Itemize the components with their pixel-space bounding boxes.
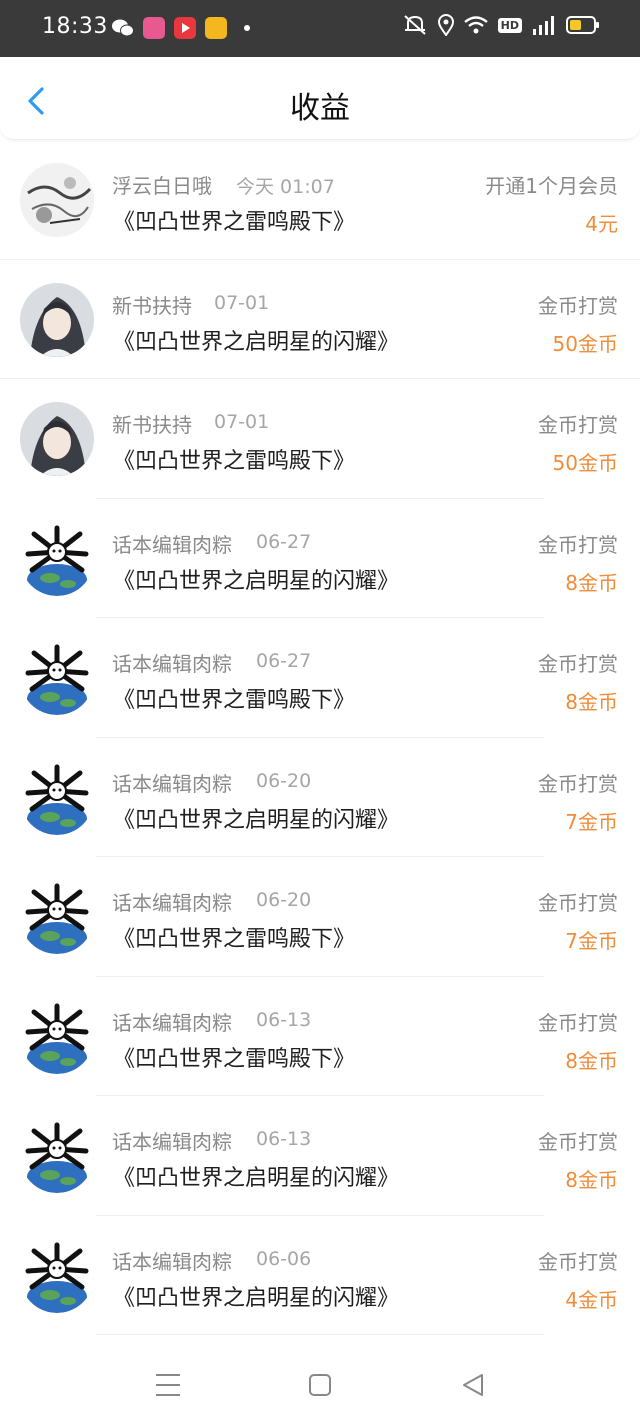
earning-row[interactable]: 话本编辑肉粽 06-27 《凹凸世界之启明星的闪耀》 金币打赏 8金币 xyxy=(0,499,640,618)
home-square-icon[interactable] xyxy=(305,1370,335,1400)
book-title: 《凹凸世界之雷鸣殿下》 xyxy=(113,449,356,474)
book-title: 《凹凸世界之雷鸣殿下》 xyxy=(113,688,356,713)
wifi-icon xyxy=(463,16,488,34)
sender-name: 新书扶持 xyxy=(112,413,192,437)
menu-icon[interactable] xyxy=(153,1370,183,1400)
earning-type: 金币打赏 xyxy=(538,891,618,915)
back-triangle-icon[interactable] xyxy=(458,1370,488,1400)
book-title: 《凹凸世界之启明星的闪耀》 xyxy=(113,1285,400,1311)
sender-name: 话本编辑肉粽 xyxy=(112,1010,232,1035)
signal-4g-icon xyxy=(533,16,554,35)
earning-amount: 8金币 xyxy=(565,1048,618,1073)
earning-type: 金币打赏 xyxy=(538,652,618,676)
earning-time: 06-27 xyxy=(256,650,312,672)
earning-row[interactable]: 话本编辑肉粽 06-06 《凹凸世界之启明星的闪耀》 金币打赏 4金币 xyxy=(0,1216,640,1335)
earning-time: 07-01 xyxy=(214,291,270,314)
panda-earth-avatar[interactable] xyxy=(20,521,94,596)
earning-row[interactable]: 话本编辑肉粽 06-20 《凹凸世界之雷鸣殿下》 金币打赏 7金币 xyxy=(0,857,640,977)
notification-dot xyxy=(244,25,250,31)
sender-name: 话本编辑肉粽 xyxy=(112,1249,232,1274)
weibo-icon xyxy=(205,17,227,39)
sender-name: 话本编辑肉粽 xyxy=(112,532,232,557)
sender-name: 话本编辑肉粽 xyxy=(112,891,232,915)
video-app-icon xyxy=(174,17,196,39)
mute-icon xyxy=(403,15,426,35)
sender-name: 新书扶持 xyxy=(112,293,192,318)
sender-name: 话本编辑肉粽 xyxy=(112,652,232,676)
panda-earth-avatar[interactable] xyxy=(20,1238,94,1313)
panda-earth-avatar[interactable] xyxy=(20,880,94,954)
sender-name: 话本编辑肉粽 xyxy=(112,1130,232,1154)
earning-amount: 8金币 xyxy=(565,1168,618,1192)
earning-row[interactable]: 新书扶持 07-01 《凹凸世界之雷鸣殿下》 金币打赏 50金币 xyxy=(0,379,640,499)
sender-name: 话本编辑肉粽 xyxy=(112,771,232,796)
bilibili-icon xyxy=(143,17,165,39)
earning-type: 金币打赏 xyxy=(538,532,618,557)
earning-type: 金币打赏 xyxy=(538,293,618,318)
earning-amount: 7金币 xyxy=(565,929,618,953)
anime-character-avatar[interactable] xyxy=(20,402,94,476)
earning-row[interactable]: 新书扶持 07-01 《凹凸世界之启明星的闪耀》 金币打赏 50金币 xyxy=(0,260,640,379)
book-title: 《凹凸世界之启明星的闪耀》 xyxy=(113,1166,400,1191)
earning-amount: 50金币 xyxy=(552,451,618,475)
manga-art-avatar[interactable] xyxy=(20,163,94,237)
earning-amount: 7金币 xyxy=(565,809,618,834)
book-title: 《凹凸世界之雷鸣殿下》 xyxy=(113,1046,356,1072)
panda-earth-avatar[interactable] xyxy=(20,1119,94,1193)
earning-time: 06-20 xyxy=(256,889,312,911)
panda-earth-avatar[interactable] xyxy=(20,760,94,835)
earning-amount: 50金币 xyxy=(552,331,618,356)
earning-time: 06-13 xyxy=(256,1008,312,1031)
panda-earth-avatar[interactable] xyxy=(20,641,94,715)
earning-time: 07-01 xyxy=(214,411,270,433)
earning-type: 金币打赏 xyxy=(538,1010,618,1035)
earning-time: 今天 01:07 xyxy=(236,176,335,198)
earning-row[interactable]: 话本编辑肉粽 06-20 《凹凸世界之启明星的闪耀》 金币打赏 7金币 xyxy=(0,738,640,857)
earning-time: 06-20 xyxy=(256,769,312,792)
battery-icon xyxy=(566,16,599,34)
earning-row[interactable]: 话本编辑肉粽 06-13 《凹凸世界之雷鸣殿下》 金币打赏 8金币 xyxy=(0,977,640,1096)
row-divider xyxy=(96,1334,544,1335)
earning-amount: 8金币 xyxy=(565,570,618,595)
status-app-icons xyxy=(112,16,250,40)
anime-character-avatar[interactable] xyxy=(20,282,94,357)
book-title: 《凹凸世界之启明星的闪耀》 xyxy=(113,329,400,355)
page-title: 收益 xyxy=(290,91,350,126)
earning-type: 金币打赏 xyxy=(538,771,618,796)
system-nav-bar xyxy=(0,1340,640,1422)
earning-type: 开通1个月会员 xyxy=(485,174,618,198)
sender-name: 浮云白日哦 xyxy=(112,174,212,198)
status-bar: 18:33 HD xyxy=(0,0,640,57)
panda-earth-avatar[interactable] xyxy=(20,999,94,1074)
status-time: 18:33 xyxy=(42,14,108,39)
earning-time: 06-27 xyxy=(256,530,312,553)
earning-amount: 4金币 xyxy=(565,1287,618,1312)
wechat-icon xyxy=(112,19,134,37)
earning-row[interactable]: 话本编辑肉粽 06-27 《凹凸世界之雷鸣殿下》 金币打赏 8金币 xyxy=(0,618,640,738)
status-system-icons: HD xyxy=(402,14,600,36)
hd-icon: HD xyxy=(497,17,522,33)
earning-time: 06-13 xyxy=(256,1128,312,1150)
header: 收益 xyxy=(0,57,640,140)
earning-row[interactable]: 浮云白日哦 今天 01:07 《凹凸世界之雷鸣殿下》 开通1个月会员 4元 xyxy=(0,140,640,260)
earning-type: 金币打赏 xyxy=(538,413,618,437)
earning-row[interactable]: 话本编辑肉粽 06-13 《凹凸世界之启明星的闪耀》 金币打赏 8金币 xyxy=(0,1096,640,1216)
earning-amount: 8金币 xyxy=(565,690,618,714)
book-title: 《凹凸世界之雷鸣殿下》 xyxy=(113,210,356,235)
earning-type: 金币打赏 xyxy=(538,1130,618,1154)
book-title: 《凹凸世界之雷鸣殿下》 xyxy=(113,927,356,952)
earning-amount: 4元 xyxy=(585,212,618,236)
book-title: 《凹凸世界之启明星的闪耀》 xyxy=(113,568,400,594)
location-icon xyxy=(437,14,454,36)
book-title: 《凹凸世界之启明星的闪耀》 xyxy=(113,807,400,833)
earning-time: 06-06 xyxy=(256,1247,312,1270)
earning-type: 金币打赏 xyxy=(538,1249,618,1274)
earnings-list: 浮云白日哦 今天 01:07 《凹凸世界之雷鸣殿下》 开通1个月会员 4元新书扶持 07-… xyxy=(0,140,640,1335)
